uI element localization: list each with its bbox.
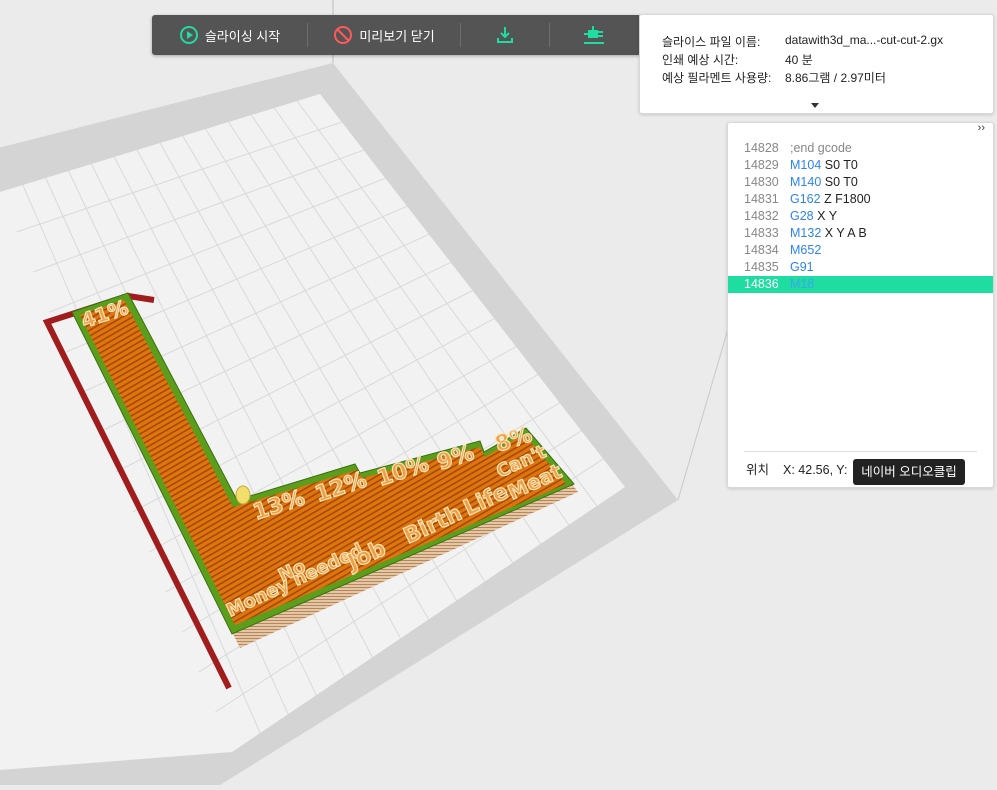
gcode-command: G162 — [790, 192, 821, 206]
gcode-code: M104 S0 T0 — [790, 157, 858, 174]
slice-info-panel: 슬라이스 파일 이름: datawith3d_ma...-cut-cut-2.g… — [639, 14, 994, 114]
gcode-command: M132 — [790, 226, 822, 240]
start-slicing-button[interactable]: 슬라이싱 시작 — [152, 15, 307, 55]
gcode-line-number: 14830 — [744, 175, 779, 189]
gcode-line-number: 14828 — [744, 141, 779, 155]
gcode-command: M140 — [790, 175, 822, 189]
print-time-label: 인쇄 예상 시간: — [662, 53, 739, 67]
gcode-args: X Y A B — [821, 226, 867, 240]
gcode-line[interactable]: 14829 M104 S0 T0 — [728, 157, 993, 174]
gcode-line-number: 14834 — [744, 243, 779, 257]
gcode-code: G28 X Y — [790, 208, 837, 225]
gcode-code: M140 S0 T0 — [790, 174, 858, 191]
gcode-panel: ›› 14828 ;end gcode 14829 M104 S0 T0 14830… — [727, 122, 994, 488]
gcode-line[interactable]: 14834 M652 — [728, 242, 993, 259]
collapse-icon[interactable]: ›› — [978, 122, 985, 134]
position-label: 위치 — [746, 463, 770, 477]
gcode-args: X Y — [813, 209, 838, 223]
file-name-label: 슬라이스 파일 이름: — [662, 35, 761, 49]
filament-label: 예상 필라멘트 사용량: — [662, 71, 772, 85]
close-preview-label: 미리보기 닫기 — [359, 28, 435, 44]
gcode-command: G28 — [790, 209, 814, 223]
build-plate-grid — [0, 94, 625, 770]
printer-plug-icon — [582, 24, 606, 46]
gcode-code: ;end gcode — [790, 140, 852, 157]
print-time-value: 40 분 — [785, 53, 813, 67]
nozzle-marker — [235, 485, 251, 505]
gcode-divider — [744, 451, 977, 452]
gcode-args: ;end gcode — [790, 141, 852, 155]
preview-toolbar: 슬라이싱 시작 미리보기 닫기 — [152, 15, 641, 55]
position-value: X: 42.56, Y: — [783, 463, 848, 477]
gcode-args: S0 T0 — [821, 175, 858, 189]
gcode-line-number: 14829 — [744, 158, 779, 172]
expand-caret-icon[interactable] — [811, 103, 819, 108]
position-readout: 위치 X: 42.56, Y: — [746, 459, 847, 478]
gcode-line-number: 14835 — [744, 260, 779, 274]
tooltip: 네이버 오디오클립 — [853, 459, 965, 485]
gcode-command: M652 — [790, 243, 822, 257]
gcode-code: G162 Z F1800 — [790, 191, 871, 208]
gcode-args: S0 T0 — [821, 158, 858, 172]
gcode-line[interactable]: 14830 M140 S0 T0 — [728, 174, 993, 191]
gcode-args: Z F1800 — [820, 192, 871, 206]
gcode-command: G91 — [790, 260, 814, 274]
send-to-printer-button[interactable] — [550, 15, 638, 55]
close-preview-button[interactable]: 미리보기 닫기 — [308, 15, 460, 55]
file-name-value: datawith3d_ma...-cut-cut-2.gx — [785, 33, 944, 47]
gcode-line[interactable]: 14835 G91 — [728, 259, 993, 276]
gcode-command: M18 — [790, 277, 815, 291]
gcode-line-number: 14832 — [744, 209, 779, 223]
play-icon — [179, 25, 199, 45]
gcode-line[interactable]: 14831 G162 Z F1800 — [728, 191, 993, 208]
gcode-line-number: 14836 — [744, 277, 779, 291]
download-icon — [495, 25, 515, 45]
gcode-line[interactable]: 14833 M132 X Y A B — [728, 225, 993, 242]
gcode-line-selected[interactable]: 14836 M18 — [728, 276, 993, 293]
gcode-code: G91 — [790, 259, 814, 276]
gcode-code: M132 X Y A B — [790, 225, 867, 242]
gcode-code: M18 — [790, 276, 814, 293]
gcode-line-number: 14833 — [744, 226, 779, 240]
filament-value: 8.86그램 / 2.97미터 — [785, 71, 886, 85]
download-button[interactable] — [461, 15, 549, 55]
gcode-code: M652 — [790, 242, 821, 259]
gcode-line[interactable]: 14828 ;end gcode — [728, 140, 993, 157]
gcode-line[interactable]: 14832 G28 X Y — [728, 208, 993, 225]
prohibit-icon — [333, 25, 353, 45]
gcode-line-number: 14831 — [744, 192, 779, 206]
start-slicing-label: 슬라이싱 시작 — [204, 28, 281, 44]
gcode-command: M104 — [790, 158, 822, 172]
